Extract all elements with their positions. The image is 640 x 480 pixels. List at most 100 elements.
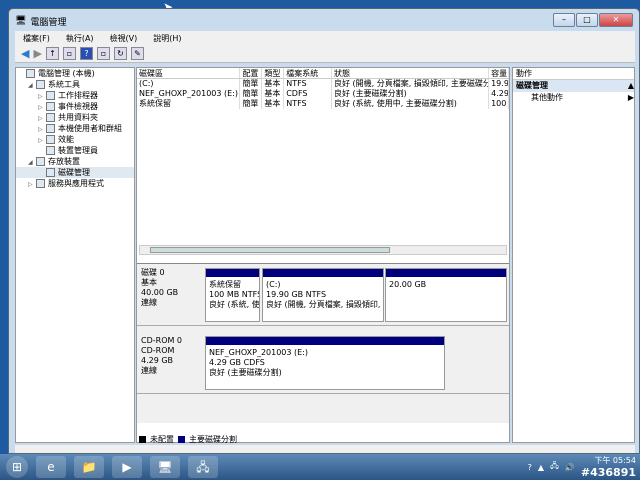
back-icon[interactable]: ◀ — [21, 47, 29, 60]
volume-row[interactable]: (C:) 簡單 基本 NTFS 良好 (開機, 分頁檔案, 損毀傾印, 主要磁碟分割) 1… — [137, 79, 509, 89]
tree-node-icon — [36, 80, 45, 89]
start-button[interactable]: ⊞ — [6, 456, 28, 478]
menu-file[interactable]: 檔案(F) — [23, 33, 50, 44]
expand-icon[interactable]: ◢ — [28, 157, 36, 168]
column-header[interactable]: 容量 — [489, 68, 509, 78]
tray-help-icon[interactable]: ? — [528, 463, 532, 472]
disk-row: 磁碟 0 基本 40.00 GB 連線 系統保留 100 MB NTFS 良好 (系統, 使… — [137, 264, 509, 326]
refresh-icon[interactable]: ↻ — [113, 47, 127, 60]
column-header[interactable]: 配置 — [240, 68, 263, 78]
tree-item[interactable]: 磁碟管理 — [16, 167, 134, 178]
column-header[interactable]: 磁碟區 — [137, 68, 241, 78]
partition-type-bar — [386, 269, 506, 277]
tree-item-label: 服務與應用程式 — [48, 179, 104, 188]
volume-cell: 19.90 GB — [491, 79, 509, 89]
media-player-icon[interactable]: ▶ — [112, 456, 142, 478]
internet-explorer-icon[interactable]: e — [36, 456, 66, 478]
status-bar — [15, 445, 635, 453]
actions-header: 動作 — [513, 68, 634, 80]
partition-text: 19.90 GB NTFS — [266, 290, 327, 299]
tree-item[interactable]: ▷ 事件檢視器 — [16, 101, 134, 112]
close-button[interactable]: ✕ — [599, 13, 633, 27]
forward-icon[interactable]: ▶ — [33, 47, 41, 60]
network-icon[interactable]: 🖧 — [550, 460, 559, 474]
column-header[interactable]: 狀態 — [332, 68, 490, 78]
tree-item[interactable]: ▷ 共用資料夾 — [16, 112, 134, 123]
tree-item[interactable]: 裝置管理員 — [16, 145, 134, 156]
tree-item[interactable]: ▷ 效能 — [16, 134, 134, 145]
scroll-thumb[interactable] — [150, 247, 390, 253]
tree-node-icon — [46, 102, 55, 111]
tree-node-icon — [46, 91, 55, 100]
tree-item[interactable]: ▷ 本機使用者和群組 — [16, 123, 134, 134]
volume-row[interactable]: NEF_GHOXP_201003 (E:) 簡單 基本 CDFS 良好 (主要磁碟分割)… — [137, 89, 509, 99]
computer-management-taskbar-icon[interactable]: 🖥 — [150, 456, 180, 478]
legend-label: 未配置 — [150, 435, 174, 444]
volume-cell: CDFS — [284, 89, 332, 99]
partition-type-bar — [206, 337, 444, 345]
expand-icon[interactable]: ▷ — [28, 179, 36, 190]
menu-view[interactable]: 檢視(V) — [110, 33, 138, 44]
tree-item[interactable]: ◢ 存放裝置 — [16, 156, 134, 167]
tag-label: #436891 — [580, 466, 636, 479]
tree-item-label: 共用資料夾 — [58, 113, 98, 122]
partition-block[interactable]: 20.00 GB — [385, 268, 507, 322]
show-hide-tree-icon[interactable]: ▫ — [62, 47, 76, 60]
volume-icon[interactable]: 🔊 — [565, 463, 575, 472]
partition-text: 系統保留 — [209, 280, 241, 289]
disk-row: CD-ROM 0 CD-ROM 4.29 GB 連線 NEF_GHOXP_201003 … — [137, 332, 509, 394]
actions-section-disk-management[interactable]: 磁碟管理 ▲ — [513, 80, 634, 92]
tree-item[interactable]: ▷ 工作排程器 — [16, 90, 134, 101]
more-actions[interactable]: 其他動作 ▶ — [513, 92, 634, 104]
explorer-icon[interactable]: 📁 — [74, 456, 104, 478]
volume-cell: 簡單 — [240, 89, 263, 99]
network-app-icon[interactable]: 🖧 — [188, 456, 218, 478]
tree-item[interactable]: 電腦管理 (本機) — [16, 68, 134, 79]
chevron-right-icon: ▶ — [627, 93, 634, 102]
volume-row[interactable]: 系統保留簡單基本NTFS良好 (系統, 使用中, 主要磁碟分割)100 MB — [137, 99, 509, 109]
partition-block[interactable]: 系統保留 100 MB NTFS 良好 (系統, 使 — [205, 268, 260, 322]
up-folder-icon[interactable]: ↑ — [45, 47, 59, 60]
column-header[interactable]: 檔案系統 — [284, 68, 332, 78]
expand-icon[interactable]: ◢ — [28, 80, 36, 91]
clock[interactable]: 下午 05:54 — [581, 455, 636, 466]
minimize-button[interactable]: – — [553, 13, 575, 27]
toolbar: ◀ ▶ ↑ ▫ ? ▫ ↻ ✎ — [15, 45, 635, 63]
disk-graphical-view: 磁碟 0 基本 40.00 GB 連線 系統保留 100 MB NTFS 良好 (系統, 使… — [137, 263, 509, 423]
column-header[interactable]: 類型 — [262, 68, 285, 78]
tree-node-icon — [46, 124, 55, 133]
partition-type-bar — [263, 269, 383, 277]
show-hide-action-icon[interactable]: ▫ — [96, 47, 110, 60]
window-title: 電腦管理 — [30, 17, 67, 28]
tree-node-icon — [36, 157, 45, 166]
partition-block[interactable]: (C:) 19.90 GB NTFS 良好 (開機, 分頁檔案, 損毀傾印, 主 — [262, 268, 384, 322]
disk-type: CD-ROM — [141, 346, 175, 355]
navigation-tree: 電腦管理 (本機) ◢ 系統工具 ▷ 工作排程器 ▷ 事件檢視器 ▷ 共用資料夾 ▷ 本機使用者和群… — [15, 67, 135, 443]
tree-item[interactable]: ▷ 服務與應用程式 — [16, 178, 134, 189]
collapse-icon[interactable]: ▲ — [628, 80, 634, 92]
volume-cell: 基本 — [262, 89, 285, 99]
volume-cell: 基本 — [262, 99, 285, 109]
partition-block[interactable]: NEF_GHOXP_201003 (E:) 4.29 GB CDFS 良好 (主要磁… — [205, 336, 445, 390]
properties-icon[interactable]: ✎ — [130, 47, 144, 60]
maximize-button[interactable]: □ — [576, 13, 598, 27]
disk-label[interactable]: CD-ROM 0 CD-ROM 4.29 GB 連線 — [141, 336, 182, 376]
help-icon[interactable]: ? — [79, 47, 93, 60]
menu-action[interactable]: 執行(A) — [66, 33, 94, 44]
horizontal-scrollbar[interactable] — [139, 245, 507, 255]
volume-cell: 簡單 — [240, 79, 263, 89]
menu-help[interactable]: 說明(H) — [153, 33, 181, 44]
tree-item-label: 裝置管理員 — [58, 146, 98, 155]
disk-label[interactable]: 磁碟 0 基本 40.00 GB 連線 — [141, 268, 178, 308]
legend: 未配置 主要磁碟分割 — [139, 434, 237, 445]
tree-item[interactable]: ◢ 系統工具 — [16, 79, 134, 90]
partition-text: 良好 (開機, 分頁檔案, 損毀傾印, 主 — [266, 300, 383, 309]
partition-text: 100 MB NTFS — [209, 290, 259, 299]
disk-size: 4.29 GB — [141, 356, 174, 365]
legend-swatch — [139, 436, 146, 443]
volume-cell: NEF_GHOXP_201003 (E:) — [137, 89, 241, 99]
tree-node-icon — [46, 168, 55, 177]
show-hidden-icons[interactable]: ▲ — [538, 463, 544, 472]
partition-text: (C:) — [266, 280, 281, 289]
tree-item-label: 系統工具 — [48, 80, 80, 89]
